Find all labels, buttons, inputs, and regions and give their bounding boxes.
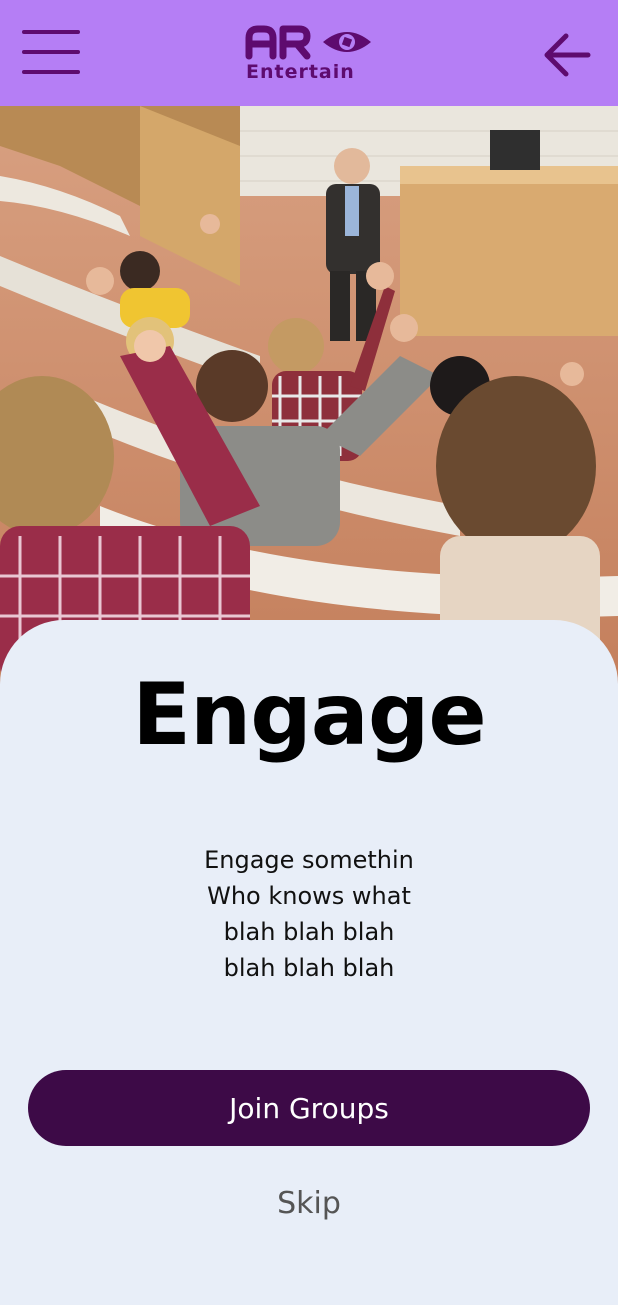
skip-link[interactable]: Skip	[0, 1184, 618, 1224]
app-logo: Entertain	[243, 24, 377, 84]
app-header: Entertain	[0, 0, 618, 106]
hero-photo	[0, 106, 618, 686]
description-line: blah blah blah	[223, 918, 395, 946]
onboarding-title: Engage	[132, 665, 486, 765]
onboarding-description: Engage somethin Who knows what blah blah…	[0, 842, 618, 986]
logo-subtitle: Entertain	[246, 61, 355, 83]
join-groups-button[interactable]: Join Groups	[28, 1070, 590, 1146]
description-line: Engage somethin	[204, 846, 414, 874]
arrow-left-icon[interactable]	[540, 28, 594, 82]
description-line: blah blah blah	[223, 954, 395, 982]
hamburger-menu-icon[interactable]	[20, 26, 82, 80]
description-line: Who knows what	[207, 882, 411, 910]
